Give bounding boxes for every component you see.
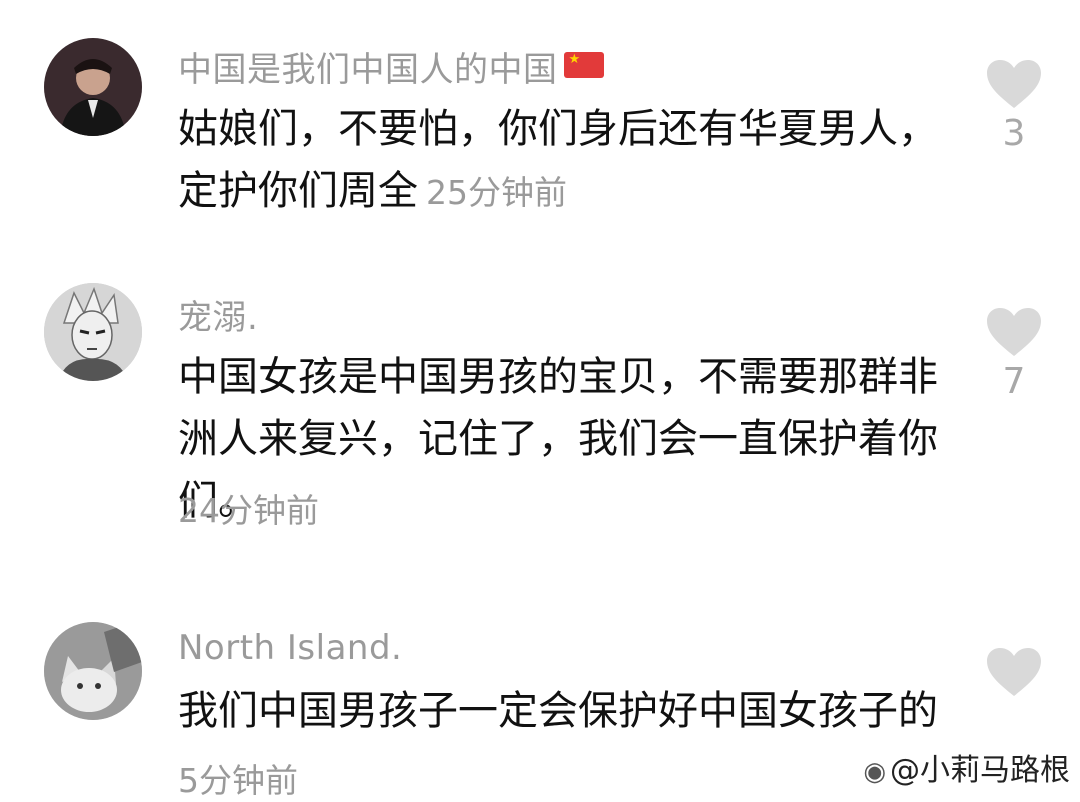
avatar[interactable] (44, 283, 142, 381)
like-button[interactable]: 7 (984, 306, 1044, 402)
heart-icon (987, 60, 1041, 108)
avatar[interactable] (44, 38, 142, 136)
avatar-man-in-suit-icon (44, 38, 142, 136)
heart-icon (987, 308, 1041, 356)
comment-text: 姑娘们，不要怕，你们身后还有华夏男人，定护你们周全 25分钟前 (178, 98, 953, 224)
avatar-anime-character-icon (44, 283, 142, 381)
comment-text: 我们中国男孩子一定会保护好中国女孩子的 (178, 680, 953, 742)
comment-time: 24分钟前 (178, 491, 319, 530)
watermark: ◉ @小莉马路根 (863, 745, 1070, 789)
watermark-text: @小莉马路根 (890, 753, 1070, 788)
username-text: North Island. (178, 628, 403, 668)
username[interactable]: 中国是我们中国人的中国 ★ (178, 42, 604, 91)
username-text: 中国是我们中国人的中国 (178, 50, 558, 90)
like-button[interactable] (984, 646, 1044, 698)
username[interactable]: 宠溺. (178, 290, 258, 339)
comment-time: 5分钟前 (178, 761, 298, 800)
username-text: 宠溺. (178, 298, 259, 338)
like-button[interactable]: 3 (984, 58, 1044, 154)
weibo-logo-icon: ◉ (863, 757, 886, 787)
avatar[interactable] (44, 622, 142, 720)
comment-time: 25分钟前 (426, 173, 567, 212)
like-count: 7 (1002, 361, 1026, 402)
username[interactable]: North Island. (178, 628, 402, 668)
china-flag-icon: ★ (563, 52, 604, 78)
comment-body: 我们中国男孩子一定会保护好中国女孩子的 (178, 688, 938, 734)
avatar-cat-icon (44, 622, 142, 720)
heart-icon (987, 648, 1041, 696)
like-count: 3 (1002, 113, 1026, 154)
